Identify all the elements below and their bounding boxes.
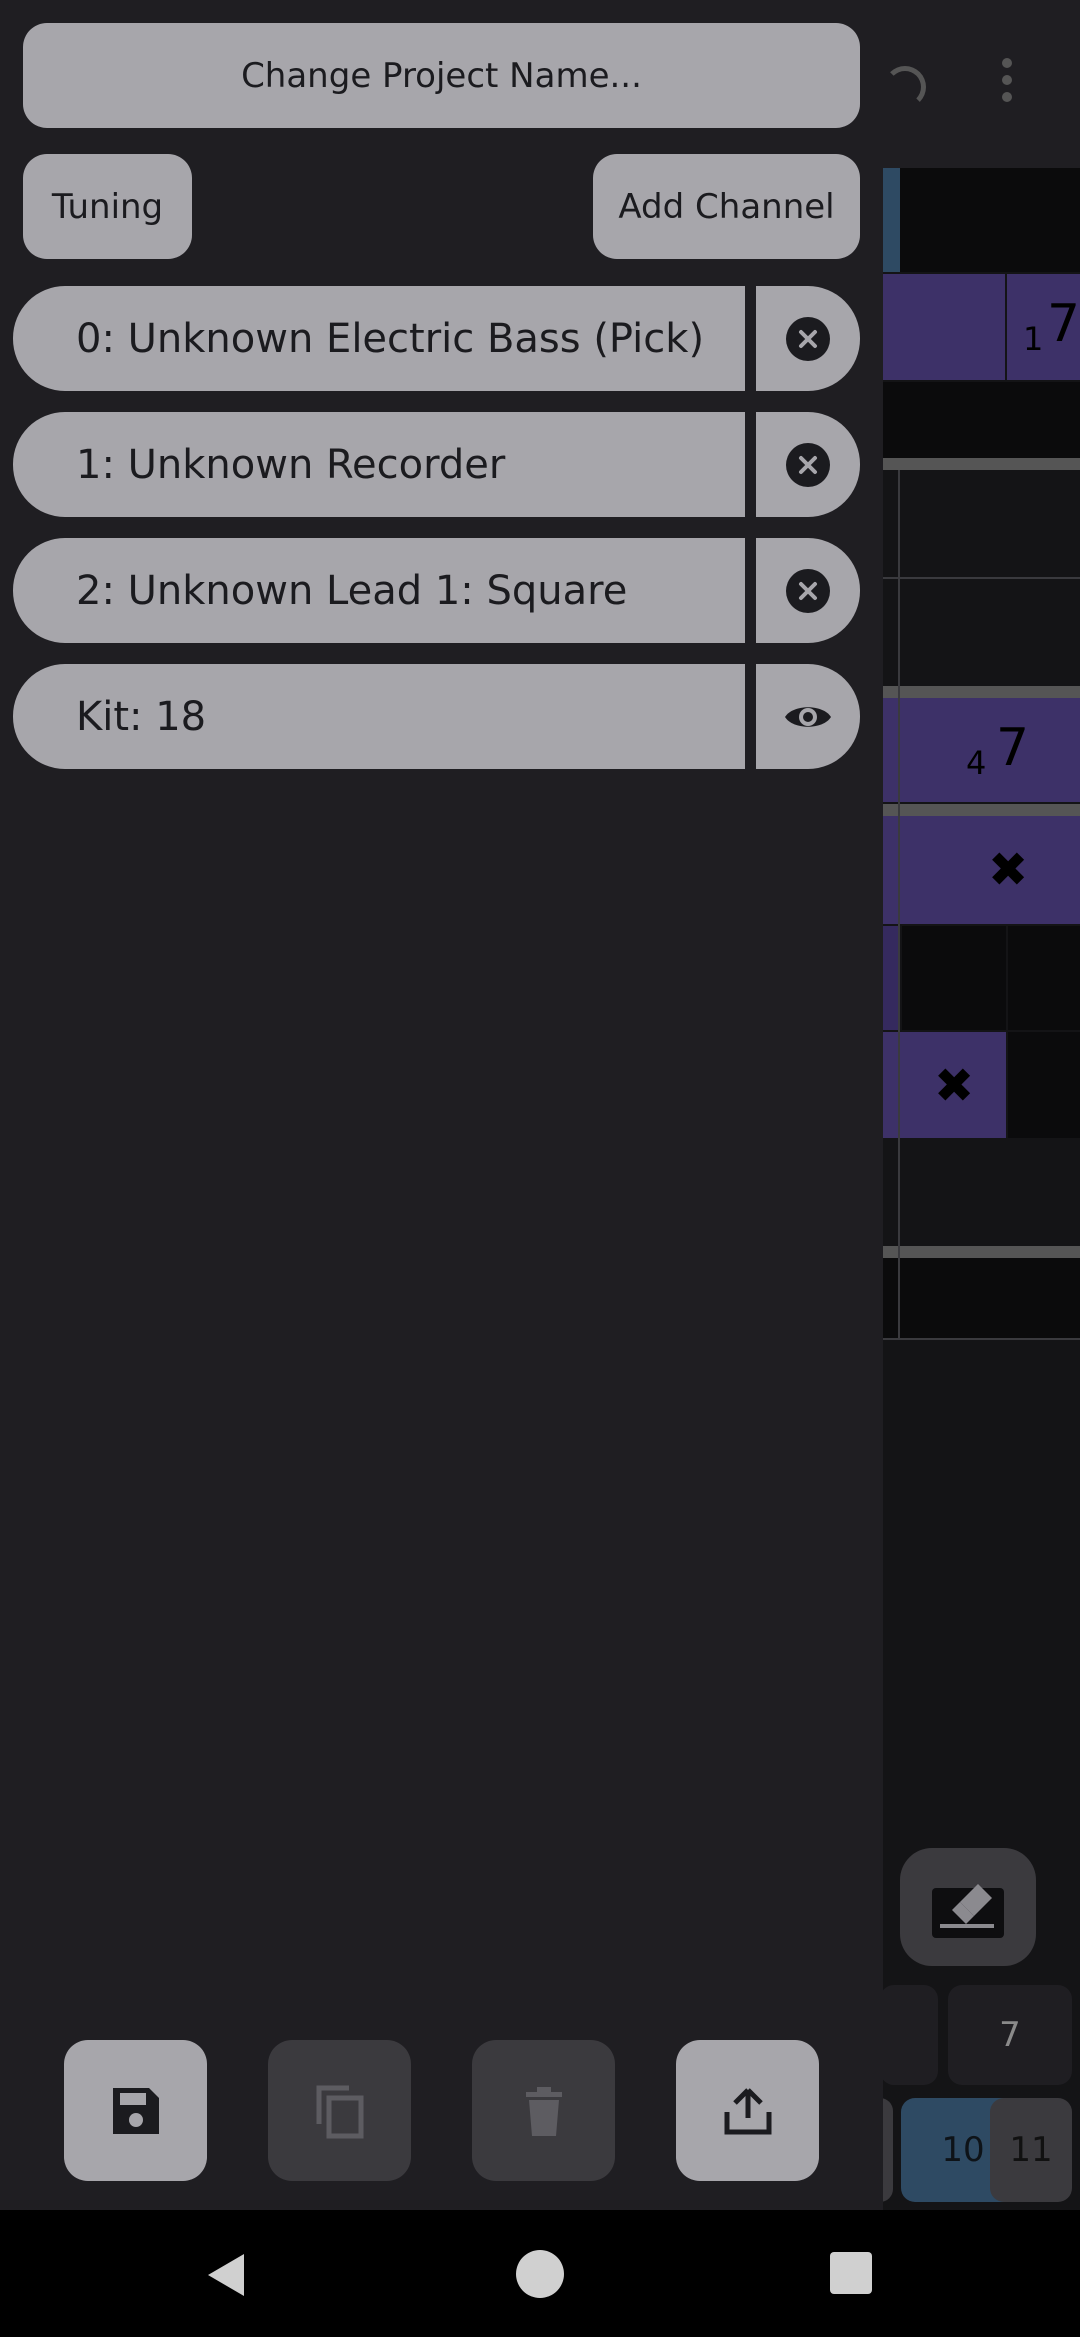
note-value: 7 <box>1047 294 1080 354</box>
eraser-button[interactable] <box>900 1848 1036 1966</box>
remove-channel-button[interactable] <box>756 286 860 391</box>
back-icon[interactable] <box>202 2250 250 2300</box>
keypad-button[interactable] <box>880 1985 938 2085</box>
tuning-button[interactable]: Tuning <box>23 154 192 259</box>
channel-row-kit[interactable]: Kit: 18 <box>13 664 745 769</box>
tuning-label: Tuning <box>51 186 164 227</box>
add-channel-button[interactable]: Add Channel <box>593 154 860 259</box>
keypad-button-7[interactable]: 7 <box>948 1985 1072 2085</box>
grid-row <box>880 579 1080 685</box>
note-octave: 1 <box>1023 320 1044 358</box>
beat-separator <box>880 686 1080 698</box>
keypad-label: 10 <box>941 2130 985 2170</box>
note-cell[interactable]: ✖ <box>880 816 1080 924</box>
save-project-button[interactable] <box>64 2040 207 2181</box>
grid-cell[interactable] <box>1008 926 1080 1030</box>
redo-icon[interactable] <box>884 66 926 108</box>
keypad-label: 7 <box>999 2015 1021 2055</box>
keypad-button-11[interactable]: 11 <box>990 2098 1072 2202</box>
beat-separator <box>880 804 1080 816</box>
rest-mark-icon: ✖ <box>988 842 1029 898</box>
keypad-label: 11 <box>1009 2130 1053 2170</box>
note-value: 7 <box>996 718 1030 778</box>
beat-separator <box>880 458 1080 470</box>
home-icon[interactable] <box>516 2250 564 2298</box>
copy-icon <box>316 2085 363 2138</box>
note-octave: 4 <box>966 744 987 782</box>
change-project-name-button[interactable]: Change Project Name... <box>23 23 860 128</box>
grid-row <box>880 382 1080 458</box>
grid-row <box>880 1140 1080 1244</box>
project-drawer: Change Project Name... Tuning Add Channe… <box>0 0 883 2210</box>
channel-row-0[interactable]: 0: Unknown Electric Bass (Pick) <box>13 286 745 391</box>
export-project-button[interactable] <box>676 2040 819 2181</box>
visibility-eye-icon <box>785 706 831 727</box>
save-icon <box>112 2087 159 2134</box>
more-options-icon[interactable] <box>1002 58 1014 104</box>
remove-channel-icon <box>786 316 830 361</box>
channel-row-2[interactable]: 2: Unknown Lead 1: Square <box>13 538 745 643</box>
recents-icon[interactable] <box>830 2252 872 2294</box>
remove-channel-icon <box>786 568 830 613</box>
system-navigation-bar <box>0 2210 1080 2337</box>
beat-separator <box>880 1246 1080 1258</box>
grid-row <box>880 1258 1080 1338</box>
copy-project-button[interactable] <box>268 2040 411 2181</box>
trash-icon <box>525 2086 562 2136</box>
grid-line <box>898 470 900 1338</box>
channel-row-1[interactable]: 1: Unknown Recorder <box>13 412 745 517</box>
note-cell[interactable] <box>880 926 900 1030</box>
remove-channel-button[interactable] <box>756 412 860 517</box>
remove-channel-icon <box>786 442 830 487</box>
share-upload-icon <box>724 2087 771 2134</box>
column-header-cell <box>880 168 900 272</box>
change-project-name-label: Change Project Name... <box>241 55 642 96</box>
channel-label: 0: Unknown Electric Bass (Pick) <box>76 315 705 362</box>
toggle-visibility-button[interactable] <box>756 664 860 769</box>
channel-label: Kit: 18 <box>76 693 207 740</box>
column-header-cell <box>900 168 1080 272</box>
grid-cell[interactable] <box>1008 1032 1080 1138</box>
grid-cell[interactable] <box>902 926 1006 1030</box>
delete-project-button[interactable] <box>472 2040 615 2181</box>
rest-mark-icon: ✖ <box>934 1058 975 1114</box>
channel-label: 1: Unknown Recorder <box>76 441 506 488</box>
grid-row <box>880 470 1080 576</box>
note-cell[interactable]: 1 7 <box>1007 274 1080 380</box>
grid-line <box>880 1338 1080 1340</box>
channel-label: 2: Unknown Lead 1: Square <box>76 567 628 614</box>
note-cell[interactable]: 4 7 <box>880 698 1080 802</box>
eraser-icon <box>932 1884 1004 1938</box>
add-channel-label: Add Channel <box>618 186 835 227</box>
note-cell[interactable] <box>880 274 1005 380</box>
remove-channel-button[interactable] <box>756 538 860 643</box>
